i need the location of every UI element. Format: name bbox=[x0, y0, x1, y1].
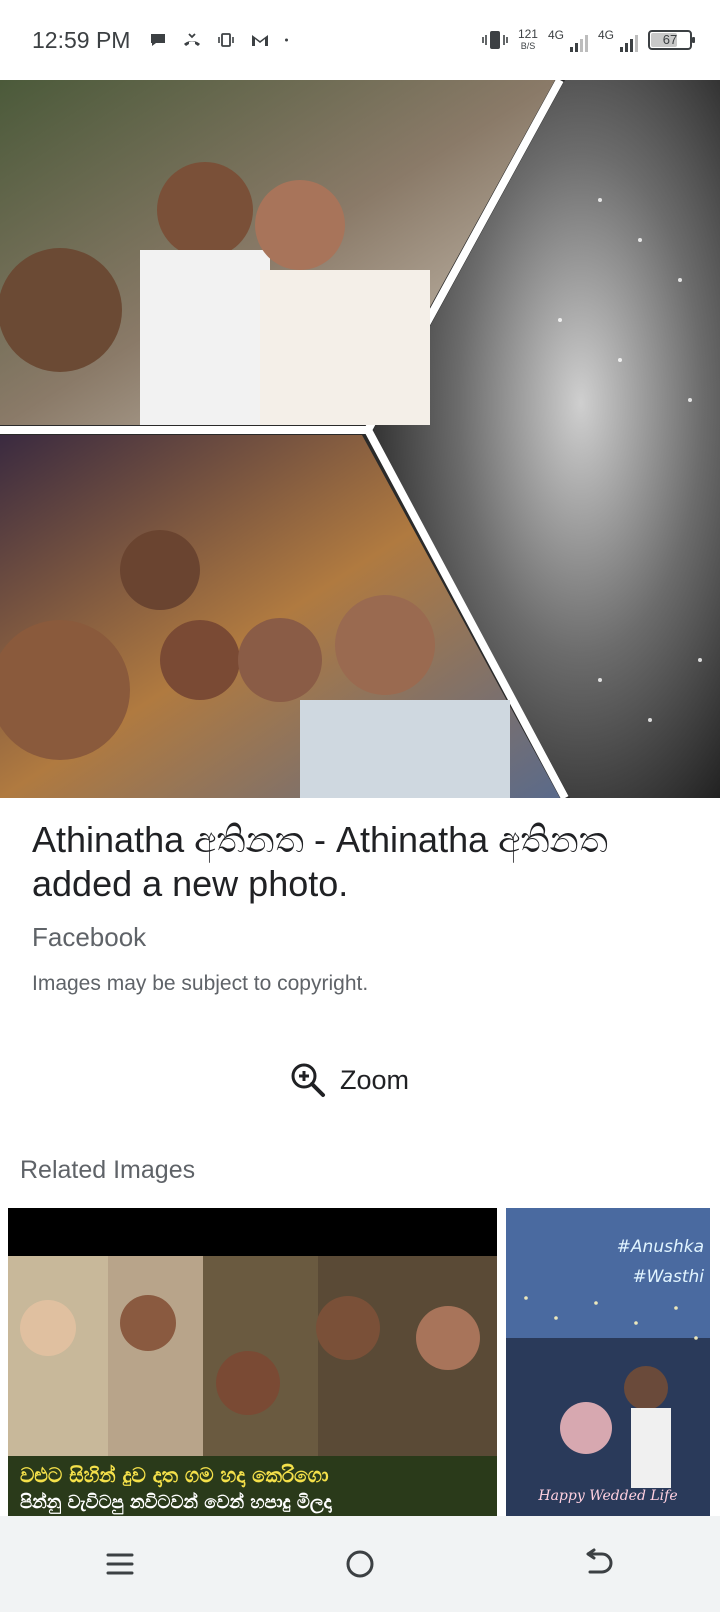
signal-bars-icon bbox=[569, 35, 588, 52]
related-image-1-caption-2: පින්නු වැවිටපු නවිටවන් වෙන් හපාදු මිලදා bbox=[20, 1491, 333, 1515]
zoom-in-icon bbox=[291, 1063, 325, 1097]
zoom-button[interactable]: Zoom bbox=[290, 1056, 409, 1104]
recent-apps-button[interactable] bbox=[80, 1524, 160, 1604]
related-image-2-footer: Happy Wedded Life bbox=[537, 1488, 677, 1504]
related-image-1[interactable]: වළුට සිහින් දුව දාත ගම හදා කෙරිගො පින්නු… bbox=[8, 1208, 497, 1516]
network-speed: 121 B/S bbox=[518, 28, 538, 52]
home-icon bbox=[346, 1550, 374, 1578]
gmail-icon bbox=[252, 35, 269, 46]
zoom-label: Zoom bbox=[340, 1064, 410, 1095]
network-speed-unit: B/S bbox=[520, 41, 536, 51]
battery-icon: 67 bbox=[648, 30, 695, 50]
home-button[interactable] bbox=[320, 1524, 400, 1604]
sim1-label: 4G bbox=[547, 28, 564, 42]
status-bar: 12:59 PM 121 B/S 4G 4G 67 bbox=[0, 0, 720, 80]
clock: 12:59 PM bbox=[32, 26, 131, 53]
image-source[interactable]: Facebook bbox=[32, 922, 146, 953]
system-nav-bar bbox=[0, 1516, 720, 1612]
main-image[interactable] bbox=[0, 80, 720, 798]
related-image-1-caption-1: වළුට සිහින් දුව දාත ගම හදා කෙරිගො bbox=[20, 1463, 329, 1488]
related-image-2-tag-1: #Anushka bbox=[617, 1237, 704, 1257]
copyright-notice: Images may be subject to copyright. bbox=[32, 972, 369, 995]
photo-collage bbox=[0, 80, 720, 798]
related-image-2[interactable]: #Anushka #Wasthi Happy Wedded Life bbox=[506, 1208, 710, 1516]
back-icon bbox=[586, 1548, 613, 1574]
chat-icon bbox=[151, 34, 166, 46]
related-image-2-tag-2: #Wasthi bbox=[632, 1267, 704, 1287]
dot-icon bbox=[285, 38, 289, 42]
signal-bars-icon bbox=[620, 35, 638, 52]
related-image-2-photo: #Anushka #Wasthi Happy Wedded Life bbox=[506, 1208, 710, 1516]
sim2-label: 4G bbox=[597, 28, 614, 42]
network-speed-value: 121 bbox=[517, 27, 538, 41]
vibrate-mode-icon bbox=[482, 31, 508, 49]
missed-call-icon bbox=[184, 33, 201, 46]
related-image-1-photo: වළුට සිහින් දුව දාත ගම හදා කෙරිගො පින්නු… bbox=[8, 1208, 497, 1516]
image-title[interactable]: Athinatha අතිනත - Athinatha අතිනත added … bbox=[32, 818, 692, 906]
battery-level: 67 bbox=[662, 32, 678, 47]
menu-icon bbox=[106, 1553, 134, 1575]
vibrate-icon bbox=[218, 33, 235, 47]
related-images-heading: Related Images bbox=[20, 1156, 196, 1184]
sim1-signal: 4G bbox=[548, 28, 588, 52]
sim2-signal: 4G bbox=[598, 28, 638, 52]
back-button[interactable] bbox=[560, 1524, 640, 1604]
